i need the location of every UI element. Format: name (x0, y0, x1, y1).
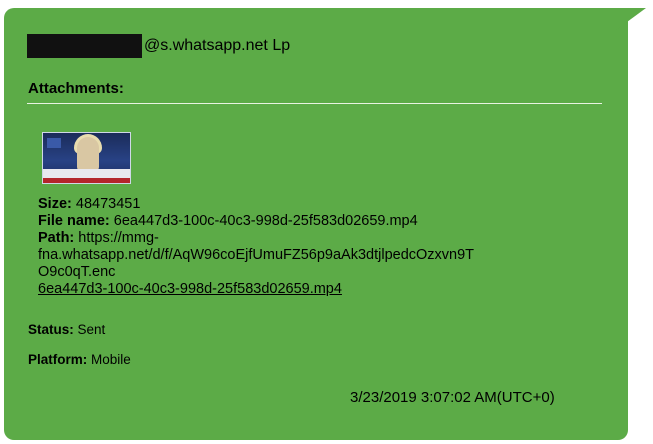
filename-label: File name: (38, 213, 110, 229)
platform-value: Mobile (91, 352, 131, 367)
thumbnail-banner-red (43, 178, 130, 183)
attachments-label: Attachments: (28, 80, 124, 97)
video-thumbnail[interactable] (42, 132, 131, 184)
path-line1: https://mmg- (78, 230, 159, 246)
path-row: Path: https://mmg- (38, 230, 608, 247)
divider (27, 103, 602, 104)
status-row: Status: Sent (28, 322, 105, 337)
thumbnail-person (77, 137, 99, 171)
sender-line: @s.whatsapp.net Lp (27, 34, 290, 58)
platform-row: Platform: Mobile (28, 352, 131, 367)
sender-suffix: @s.whatsapp.net Lp (144, 37, 291, 54)
filename-value: 6ea447d3-100c-40c3-998d-25f583d02659.mp4 (113, 213, 418, 229)
bubble-tail (616, 8, 646, 30)
message-timestamp: 3/23/2019 3:07:02 AM(UTC+0) (350, 389, 555, 406)
path-line2: fna.whatsapp.net/d/f/AqW96coEjfUmuFZ56p9… (38, 247, 475, 263)
platform-label: Platform: (28, 352, 88, 367)
attachments-heading: Attachments: (28, 80, 124, 97)
attachment-details: Size: 48473451 File name: 6ea447d3-100c-… (38, 196, 608, 298)
size-value: 48473451 (75, 196, 141, 212)
path-label: Path: (38, 230, 75, 246)
status-label: Status: (28, 322, 74, 337)
filename-row: File name: 6ea447d3-100c-40c3-998d-25f58… (38, 213, 608, 230)
size-row: Size: 48473451 (38, 196, 608, 213)
thumbnail-logo (47, 138, 61, 148)
path-line3: O9c0qT.enc (38, 264, 116, 280)
redacted-sender-id (27, 34, 142, 58)
thumbnail-banner (43, 169, 130, 178)
size-label: Size: (38, 196, 72, 212)
attachment-link[interactable]: 6ea447d3-100c-40c3-998d-25f583d02659.mp4 (38, 281, 608, 298)
status-value: Sent (77, 322, 106, 337)
